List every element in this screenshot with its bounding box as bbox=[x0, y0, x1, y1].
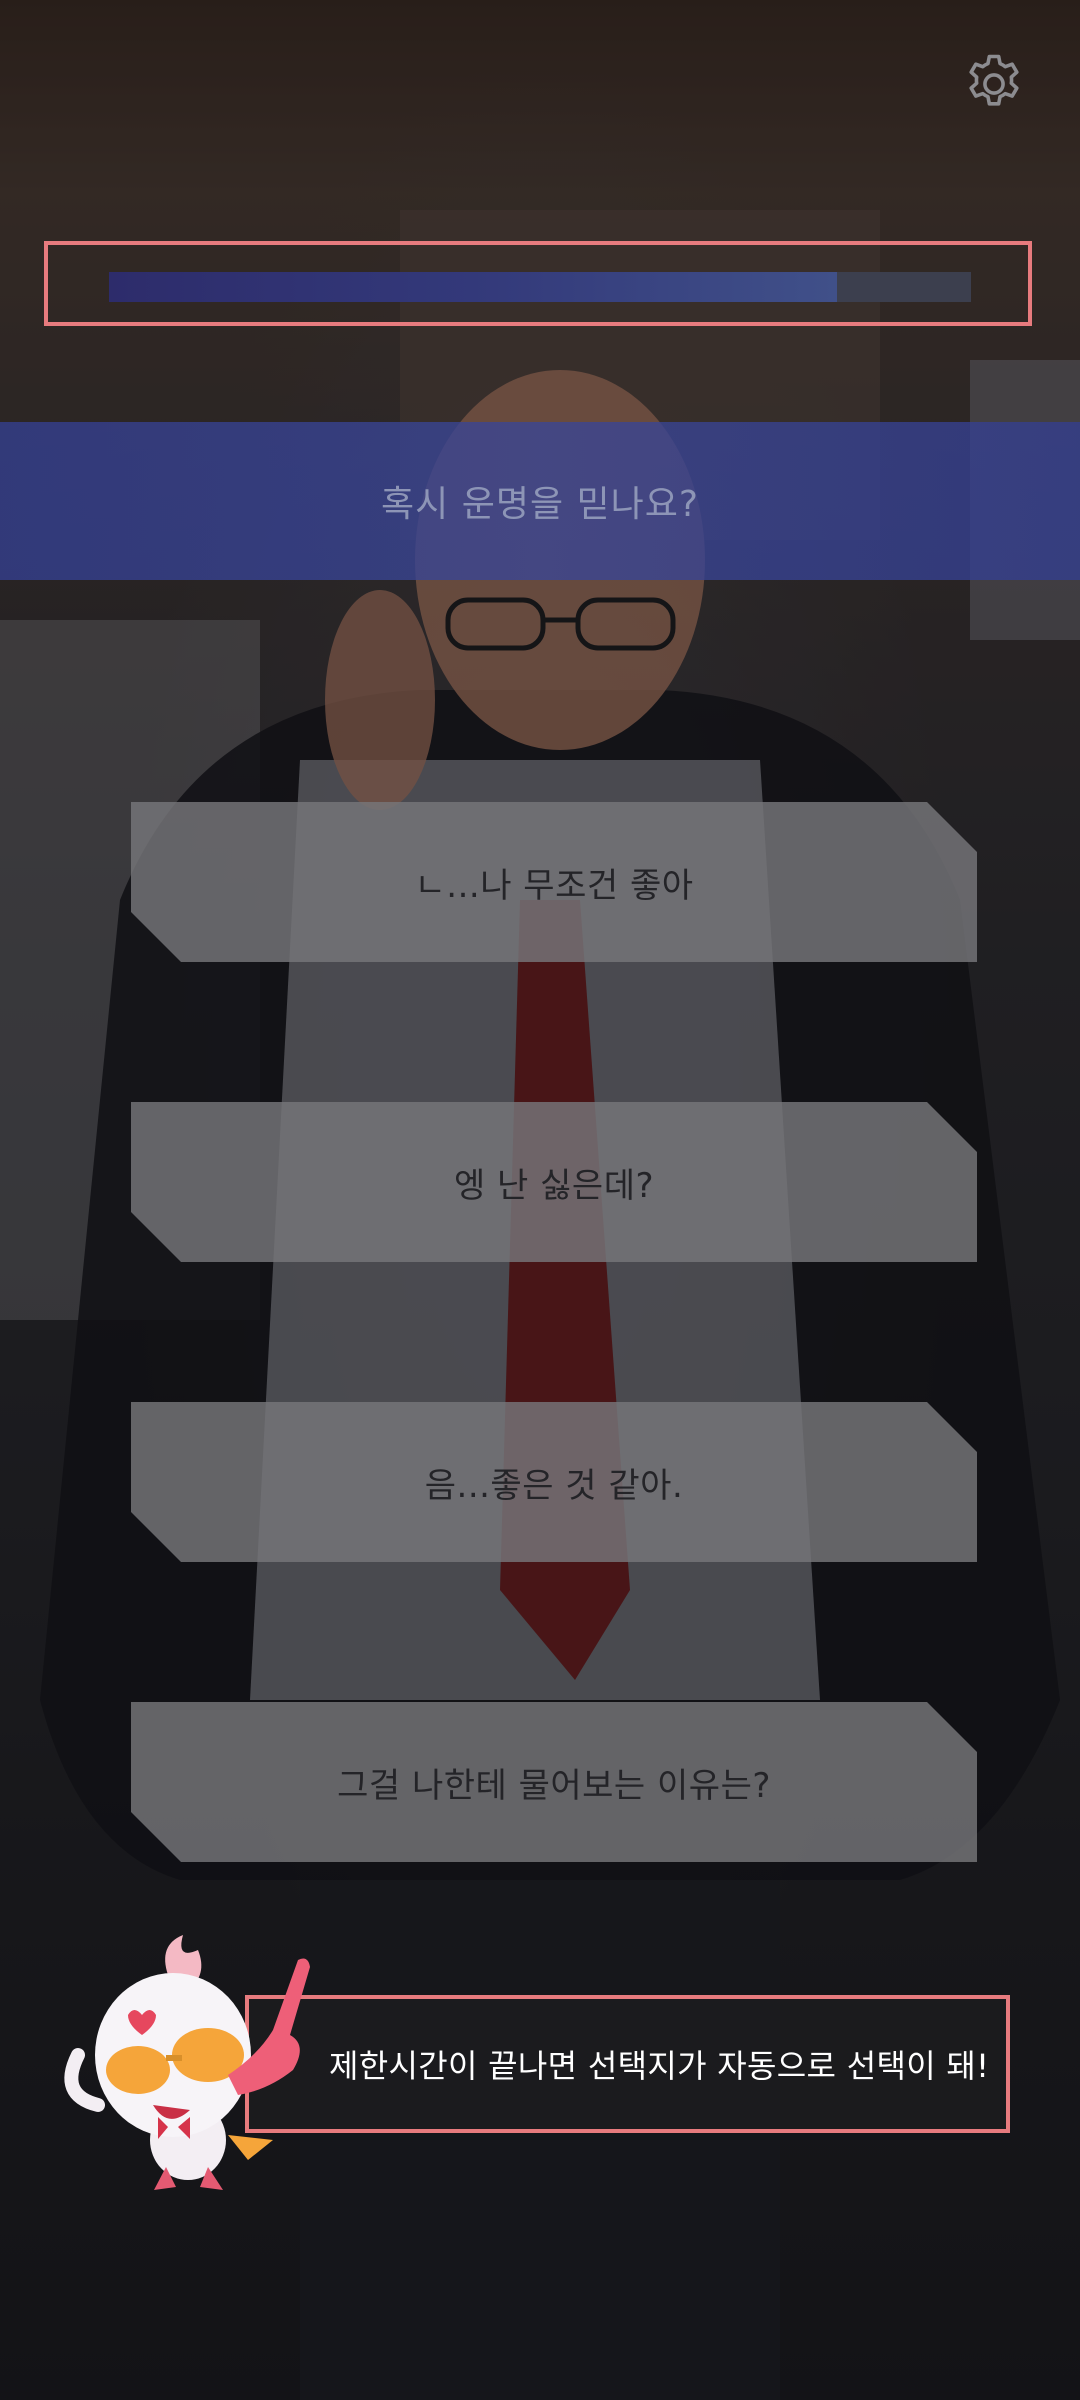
choice-button-3[interactable]: 음...좋은 것 같아. bbox=[131, 1402, 977, 1562]
hint-text: 제한시간이 끝나면 선택지가 자동으로 선택이 돼! bbox=[329, 2047, 990, 2085]
choice-button-4[interactable]: 그걸 나한테 물어보는 이유는? bbox=[131, 1702, 977, 1862]
choice-button-1[interactable]: ㄴ...나 무조건 좋아 bbox=[131, 802, 977, 962]
timer-track bbox=[109, 272, 971, 302]
choice-label: 음...좋은 것 같아. bbox=[424, 1465, 684, 1506]
question-banner: 혹시 운명을 믿나요? bbox=[0, 422, 1080, 580]
game-screen: 혹시 운명을 믿나요? ㄴ...나 무조건 좋아 엥 난 싫은데? 음...좋은… bbox=[0, 0, 1080, 2400]
choice-label: ㄴ...나 무조건 좋아 bbox=[414, 865, 694, 906]
choice-label: 그걸 나한테 물어보는 이유는? bbox=[337, 1765, 771, 1806]
question-text: 혹시 운명을 믿나요? bbox=[381, 484, 699, 525]
choice-label: 엥 난 싫은데? bbox=[453, 1165, 655, 1206]
timer-fill bbox=[109, 272, 838, 302]
gear-icon bbox=[969, 54, 1019, 106]
mascot-character-icon bbox=[64, 1935, 310, 2190]
choice-button-2[interactable]: 엥 난 싫은데? bbox=[131, 1102, 977, 1262]
timer-frame bbox=[44, 241, 1032, 326]
settings-button[interactable] bbox=[958, 48, 1030, 120]
hint-box: 제한시간이 끝나면 선택지가 자동으로 선택이 돼! bbox=[245, 1995, 1010, 2133]
